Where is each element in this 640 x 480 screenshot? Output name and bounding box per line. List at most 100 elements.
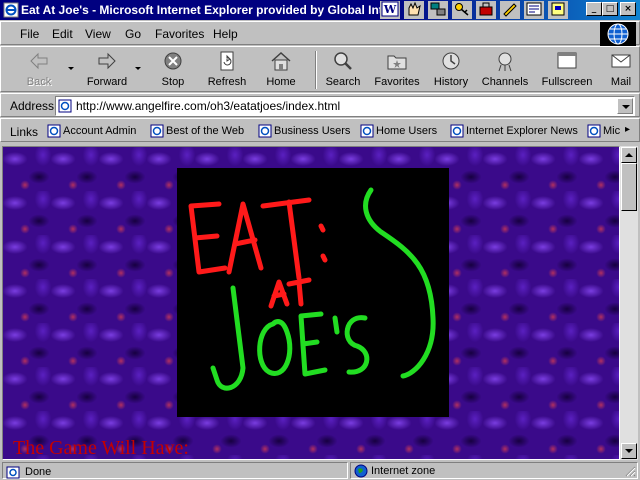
page-icon — [58, 99, 72, 113]
menu-favorites[interactable]: Favorites — [155, 27, 204, 41]
resize-grip-icon[interactable] — [624, 465, 636, 477]
link-label: Mic — [603, 125, 621, 137]
back-button[interactable]: Back — [17, 49, 61, 91]
stop-icon — [164, 52, 182, 70]
menu-edit[interactable]: Edit — [52, 27, 73, 41]
address-bar: Address http://www.angelfire.com/oh3/eat… — [0, 93, 640, 117]
close-button[interactable]: × — [620, 2, 636, 16]
search-label: Search — [325, 76, 361, 88]
refresh-icon — [220, 51, 234, 71]
menu-file[interactable]: File — [20, 27, 39, 41]
file-tray-icon[interactable] — [548, 1, 568, 19]
fullscreen-label: Fullscreen — [541, 76, 593, 88]
mail-label: Mail — [610, 76, 632, 88]
favorites-folder-icon — [387, 55, 407, 70]
link-label: Internet Explorer News — [466, 125, 578, 137]
link-page-icon — [450, 124, 464, 138]
stop-button[interactable]: Stop — [153, 49, 193, 91]
link-page-icon — [360, 124, 374, 138]
menu-go[interactable]: Go — [125, 27, 141, 41]
status-bar: Done Internet zone — [0, 461, 640, 480]
arrow-down-icon — [625, 449, 633, 453]
maximize-button[interactable]: □ — [602, 2, 618, 16]
ie-throbber-logo — [600, 22, 636, 46]
link-label: Account Admin — [63, 125, 137, 137]
back-dropdown-icon[interactable] — [68, 67, 74, 70]
fullscreen-icon — [557, 52, 577, 69]
link-page-icon — [587, 124, 601, 138]
link-page-icon — [150, 124, 164, 138]
internet-zone-globe-icon — [354, 464, 368, 478]
channels-icon — [498, 52, 512, 72]
menu-view[interactable]: View — [85, 27, 111, 41]
page-done-icon — [6, 466, 20, 479]
menu-bar: File Edit View Go Favorites Help — [0, 21, 640, 45]
ie-page-icon — [3, 2, 19, 18]
eat-at-joes-logo-image — [177, 168, 449, 417]
minimize-button[interactable]: _ — [586, 2, 602, 16]
window-title: Eat At Joe's - Microsoft Internet Explor… — [21, 3, 386, 17]
channels-button[interactable]: Channels — [479, 49, 531, 91]
back-label: Back — [26, 76, 52, 88]
home-button[interactable]: Home — [261, 49, 301, 91]
search-button[interactable]: Search — [323, 49, 363, 91]
arrow-up-icon — [625, 153, 633, 157]
history-label: History — [433, 76, 469, 88]
address-input[interactable]: http://www.angelfire.com/oh3/eatatjoes/i… — [55, 96, 635, 116]
link-microsoft[interactable]: Mic — [587, 123, 623, 140]
channels-label: Channels — [481, 76, 529, 88]
game-heading: The Game Will Have: — [13, 437, 189, 459]
forward-button[interactable]: Forward — [81, 49, 133, 91]
history-icon — [442, 52, 460, 70]
status-zone-pane: Internet zone — [350, 462, 638, 479]
links-bar: Links Account Admin Best of the Web Busi… — [0, 118, 640, 142]
refresh-label: Refresh — [207, 76, 247, 88]
links-more-chevron-icon[interactable]: ▸ — [625, 124, 630, 135]
forward-dropdown-icon[interactable] — [135, 67, 141, 70]
fullscreen-button[interactable]: Fullscreen — [539, 49, 595, 91]
word-tray-icon[interactable]: W — [380, 1, 400, 19]
address-label: Address — [10, 99, 55, 113]
scroll-thumb[interactable] — [621, 163, 637, 211]
stop-label: Stop — [161, 76, 185, 88]
address-dropdown-button[interactable] — [617, 98, 633, 114]
tools-tray-icon[interactable] — [476, 1, 496, 19]
title-bar[interactable]: Eat At Joe's - Microsoft Internet Explor… — [0, 0, 640, 20]
search-icon — [334, 52, 352, 70]
link-label: Best of the Web — [166, 125, 245, 137]
toolbar-separator — [315, 51, 317, 89]
status-main-pane: Done — [2, 462, 348, 479]
links-label: Links — [10, 125, 39, 139]
globe-icon — [607, 23, 629, 45]
scroll-up-button[interactable] — [621, 147, 637, 163]
link-page-icon — [47, 124, 61, 138]
hand-tray-icon[interactable] — [404, 1, 424, 19]
vertical-scrollbar[interactable] — [620, 146, 638, 460]
back-arrow-icon — [30, 52, 48, 70]
chevron-down-icon — [622, 105, 630, 109]
hand-drawn-logo — [188, 187, 436, 391]
forward-label: Forward — [86, 76, 128, 88]
editor-tray-icon[interactable] — [524, 1, 544, 19]
history-button[interactable]: History — [431, 49, 471, 91]
forward-arrow-icon — [98, 52, 116, 70]
page-content[interactable]: The Game Will Have: — [2, 146, 620, 460]
link-label: Business Users — [274, 125, 351, 137]
svg-text:W: W — [383, 3, 397, 16]
home-label: Home — [266, 76, 296, 88]
mail-button[interactable]: Mail — [605, 49, 637, 91]
key-tray-icon[interactable] — [452, 1, 472, 19]
link-page-icon — [258, 124, 272, 138]
status-text: Done — [25, 466, 52, 478]
network-tray-icon[interactable] — [428, 1, 448, 19]
link-label: Home Users — [376, 125, 438, 137]
favorites-button[interactable]: Favorites — [371, 49, 423, 91]
refresh-button[interactable]: Refresh — [203, 49, 251, 91]
scroll-down-button[interactable] — [621, 443, 637, 459]
mail-icon — [611, 54, 631, 68]
standard-toolbar: Back Forward Stop Refresh Home Search Fa… — [0, 46, 640, 92]
zone-text: Internet zone — [371, 465, 436, 477]
menu-help[interactable]: Help — [213, 27, 238, 41]
pencil-tray-icon[interactable] — [500, 1, 520, 19]
address-url: http://www.angelfire.com/oh3/eatatjoes/i… — [76, 99, 341, 113]
